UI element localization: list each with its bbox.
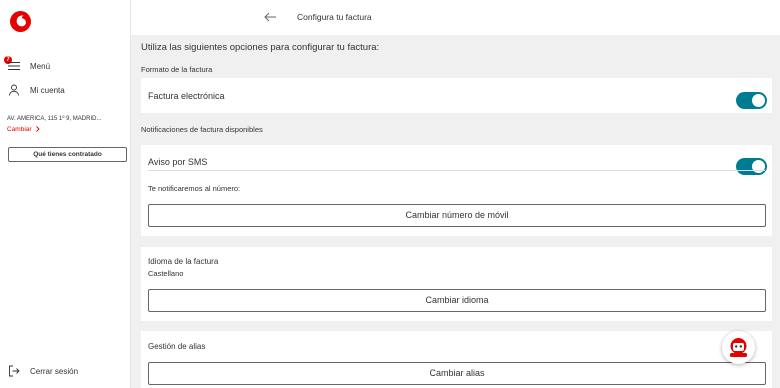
page-title: Configura tu factura [297, 12, 372, 22]
sms-notification-card: Aviso por SMS Te notificaremos al número… [141, 145, 772, 236]
electronic-invoice-toggle[interactable] [736, 92, 767, 109]
electronic-invoice-card: Factura electrónica [141, 78, 772, 113]
back-arrow-icon[interactable] [263, 10, 277, 24]
alias-title: Gestión de alias [148, 342, 206, 351]
change-language-button[interactable]: Cambiar idioma [148, 289, 766, 312]
language-card: Idioma de la factura Castellano Cambiar … [141, 247, 772, 321]
logout-label: Cerrar sesión [30, 366, 79, 376]
user-icon [9, 84, 19, 96]
change-mobile-button[interactable]: Cambiar número de móvil [148, 204, 766, 227]
logout-button[interactable]: Cerrar sesión [8, 365, 78, 377]
notify-text: Te notificaremos al número: [148, 184, 241, 193]
chat-assistant-button[interactable] [722, 331, 755, 364]
alias-card: Gestión de alias Cambiar alias [141, 331, 772, 388]
vodafone-logo[interactable] [10, 11, 31, 32]
main-content: Utiliza las siguientes opciones para con… [131, 35, 780, 388]
notifications-section-label: Notificaciones de factura disponibles [141, 125, 263, 134]
chevron-right-icon [36, 126, 41, 133]
intro-text: Utiliza las siguientes opciones para con… [141, 42, 380, 53]
sidebar-item-account[interactable]: Mi cuenta [8, 84, 65, 96]
language-title: Idioma de la factura [148, 257, 219, 266]
format-section-label: Formato de la factura [141, 65, 213, 74]
divider [148, 170, 765, 171]
change-label: Cambiar [7, 126, 32, 133]
change-address-link[interactable]: Cambiar [7, 126, 41, 133]
header [131, 0, 780, 35]
hamburger-icon [8, 62, 20, 70]
address-text: AV. AMERICA, 115 1º 9, MADRID... [7, 116, 102, 122]
menu-label: Menú [30, 61, 51, 71]
sidebar: 7 Menú Mi cuenta AV. AMERICA, 115 1º 9, … [0, 0, 131, 388]
sms-label: Aviso por SMS [148, 157, 208, 167]
change-alias-button[interactable]: Cambiar alias [148, 362, 766, 385]
logout-icon [9, 365, 20, 377]
sms-toggle[interactable] [736, 158, 767, 175]
sidebar-item-menu[interactable]: Menú [8, 60, 50, 72]
chat-assistant-icon [730, 338, 747, 357]
toggle-knob [752, 160, 765, 173]
electronic-invoice-label: Factura electrónica [148, 91, 225, 101]
contract-button[interactable]: Qué tienes contratado [8, 147, 127, 162]
toggle-knob [752, 94, 765, 107]
language-value: Castellano [148, 269, 184, 278]
account-label: Mi cuenta [30, 85, 65, 95]
